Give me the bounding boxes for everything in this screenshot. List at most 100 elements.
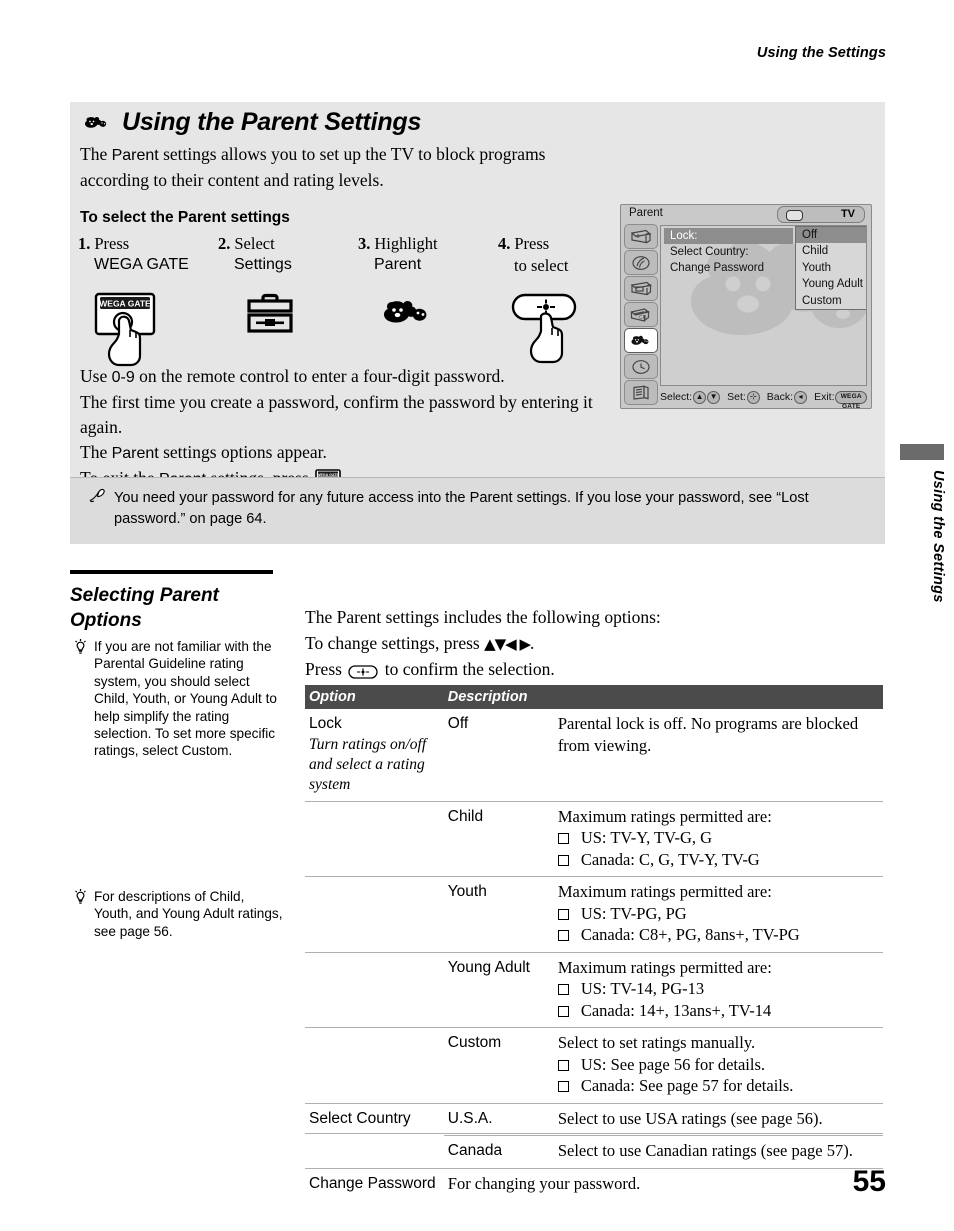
tv-lock-dropdown[interactable]: Off Child Youth Young Adult Custom [795,226,866,311]
arrow-down-key-icon: ▼ [707,390,721,404]
wega-gate-button-press-icon: WEGA GATE [92,292,168,375]
section-title-line2: Options [70,610,142,631]
body-l3-c: settings options appear. [158,442,327,462]
table-col-description: Description [443,685,883,709]
table-col-option: Option [305,685,444,709]
tv-sidebar-item-clock[interactable] [624,354,658,379]
tv-sidebar-item-screen[interactable] [624,276,658,301]
tip-2: For descriptions of Child, Youth, and Yo… [74,888,284,940]
page-title: Using the Parent Settings [122,108,422,136]
row-bullet-list: US: TV-PG, PG Canada: C8+, PG, 8ans+, TV… [557,903,877,946]
bullet-text: Canada: See page 57 for details. [580,1076,794,1095]
row-desc-text: Maximum ratings permitted are: [557,806,772,826]
tv-osd-titlebar: Parent TV [621,205,871,224]
step-3-line1: Highlight [374,234,438,253]
tv-sidebar-item-audio[interactable] [624,250,658,275]
row-bullet-list: US: See page 56 for details. Canada: See… [557,1054,877,1097]
note-text: You need your password for any future ac… [114,490,809,527]
step-1: 1. Press WEGA GATE [78,234,218,274]
list-item: US: TV-Y, TV-G, G [557,827,877,849]
tv-footer-exit: Exit: WEGA GATE [814,390,867,410]
tv-dropdown-option-youth[interactable]: Youth [796,260,866,276]
step-1-line1: Press [94,234,130,253]
bullet-text: US: TV-Y, TV-G, G [580,828,713,847]
tv-screen-icon [786,210,803,221]
row-option-label: Lock [309,715,342,732]
row-bullet-list: US: TV-14, PG-13 Canada: 14+, 13ans+, TV… [557,978,877,1021]
list-item: US: TV-14, PG-13 [557,978,877,1000]
tv-dropdown-option-child[interactable]: Child [796,243,866,259]
list-item: Canada: C, G, TV-Y, TV-G [557,849,877,871]
wega-gate-key-icon: WEGA GATE [835,390,867,410]
toolbox-icon [246,292,294,341]
table-row: Lock Turn ratings on/off and select a ra… [305,709,883,801]
table-row: Custom Select to set ratings manually. U… [305,1027,883,1103]
lightbulb-tip-icon [74,638,88,760]
tv-sidebar-item-parent[interactable] [624,328,658,353]
tv-sidebar-item-setup[interactable] [624,380,658,405]
tv-menu-item-lock[interactable]: Lock: [664,228,793,244]
row-description: Maximum ratings permitted are: US: TV-Y,… [553,800,883,877]
lead-l2-a: To change settings, press [305,632,485,653]
row-option-subtitle: Turn ratings on/off and select a rating … [309,735,427,793]
tv-sidebar-item-video[interactable] [624,224,658,249]
row-value: Child [443,800,554,877]
tv-menu-list: Lock: Select Country: Change Password [664,228,793,276]
lead-l3-b: to confirm the selection. [380,659,555,679]
section-rule [70,570,273,574]
page-number: 55 [852,1165,886,1198]
checkbox-icon [557,930,569,941]
tv-menu-title: Parent [629,207,663,219]
step-4-number: 4. [498,234,511,253]
parent-bear-icon [378,292,438,339]
body-l1-c: on the remote control to enter a four-di… [134,366,505,386]
tip-1: If you are not familiar with the Parenta… [74,638,284,760]
section-lead: The Parent settings includes the followi… [305,605,890,688]
tv-menu-item-select-country[interactable]: Select Country: [664,244,793,260]
intro-text-a: The [80,144,112,164]
bullet-text: Canada: C8+, PG, 8ans+, TV-PG [580,925,800,944]
checkbox-icon [557,833,569,844]
checkbox-icon [557,1059,569,1071]
bullet-text: Canada: C, G, TV-Y, TV-G [580,849,760,869]
row-option [305,800,444,877]
tv-dropdown-option-young-adult[interactable]: Young Adult [796,276,866,292]
list-item: US: TV-PG, PG [557,903,877,925]
row-description: Maximum ratings permitted are: US: TV-14… [553,951,883,1028]
row-value: Youth [443,876,554,952]
step-4: 4. Press to select [498,234,638,276]
body-l3-parent: Parent [111,445,159,462]
list-item: Canada: C8+, PG, 8ans+, TV-PG [557,924,877,946]
step-2-line2: Settings [234,256,292,273]
step-1-number: 1. [78,234,91,253]
svg-text:WEGA GATE: WEGA GATE [99,299,151,309]
row-description: Select to set ratings manually. US: See … [553,1027,883,1103]
bullet-text: US: TV-PG, PG [580,903,687,923]
row-option: Change Password [305,1167,444,1231]
subheading: To select the Parent settings [80,209,290,226]
lead-l3-a: Press [305,659,347,679]
tv-dropdown-option-off[interactable]: Off [796,227,866,244]
tv-menu-item-change-password[interactable]: Change Password [664,260,793,276]
list-item: Canada: See page 57 for details. [557,1075,877,1097]
svg-text:CH: CH [639,315,647,321]
tv-footer-exit-label: Exit: [814,391,835,403]
running-header: Using the Settings [756,45,886,61]
table-row: Child Maximum ratings permitted are: US:… [305,800,883,877]
row-description: Select to use USA ratings (see page 56). [553,1102,883,1136]
body-l1-keys: 0-9 [111,369,135,386]
checkbox-icon [557,1005,569,1017]
checkbox-icon [557,908,569,920]
step-1-line2: WEGA GATE [94,256,189,273]
side-tab-label: Using the Settings [930,470,946,603]
row-value: Canada [443,1135,554,1168]
table-row: Canada Select to use Canadian ratings (s… [305,1135,883,1168]
body-line-1: Use 0-9 on the remote control to enter a… [80,364,620,390]
intro-parent-word: Parent [111,147,159,164]
select-key-icon: ⊹ [746,390,760,404]
tv-sidebar-item-channel[interactable]: CH [624,302,658,327]
checkbox-icon [557,1081,569,1092]
tv-dropdown-option-custom[interactable]: Custom [796,293,866,309]
body-line-2: The first time you create a password, co… [80,392,593,437]
step-2-number: 2. [218,234,231,253]
